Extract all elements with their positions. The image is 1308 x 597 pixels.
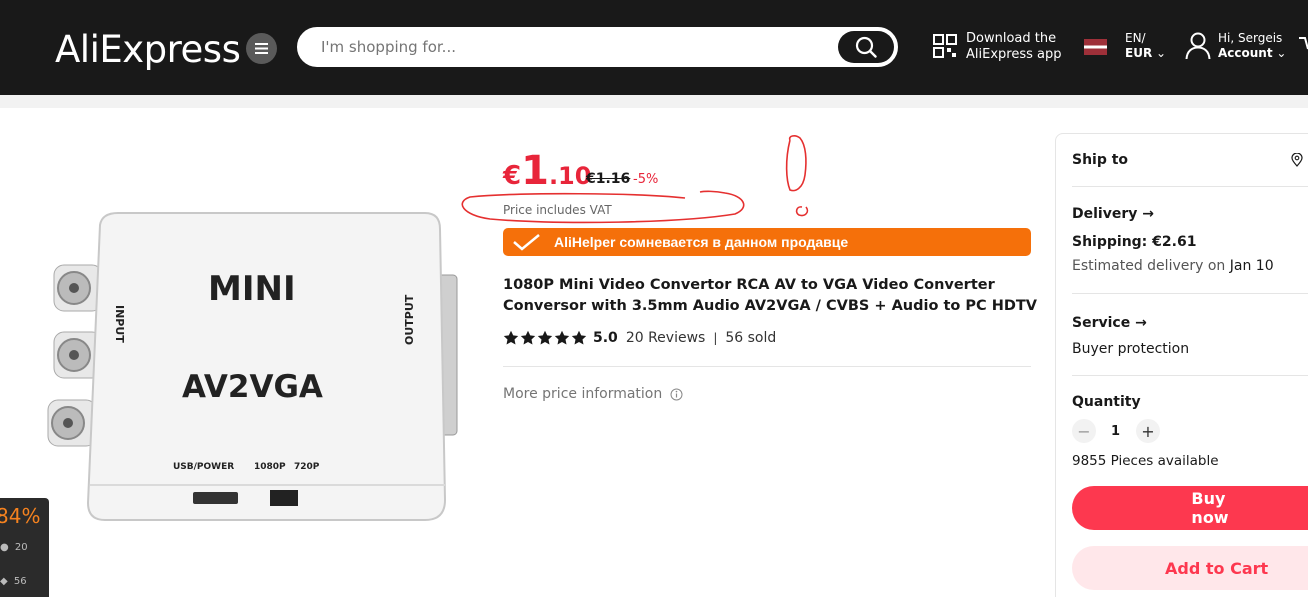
search-bar	[297, 27, 898, 67]
vat-note: Price includes VAT	[503, 203, 612, 217]
service-label: Service	[1072, 315, 1131, 331]
buy-now-label: Buy now	[1191, 489, 1229, 527]
panel-divider	[1072, 375, 1308, 376]
star-icon	[503, 330, 519, 345]
cart-icon[interactable]	[1299, 35, 1308, 59]
star-icon	[554, 330, 570, 345]
user-icon[interactable]	[1185, 32, 1211, 60]
location-pin-icon[interactable]	[1291, 153, 1303, 167]
search-button[interactable]	[838, 31, 894, 63]
check-icon	[513, 234, 540, 251]
estimated-delivery-date: Jan 10	[1229, 258, 1274, 274]
arrow-right-icon: →	[1142, 206, 1154, 222]
aliexpress-logo[interactable]: AliExpress	[55, 28, 241, 71]
qr-code-icon[interactable]	[933, 34, 957, 58]
currency-label: EUR	[1125, 46, 1153, 60]
quantity-value[interactable]: 1	[1111, 424, 1120, 439]
estimated-delivery: Estimated delivery on Jan 10	[1072, 258, 1274, 274]
account-label: Account	[1218, 46, 1273, 60]
price-currency: €	[503, 161, 522, 191]
buy-now-button[interactable]: Buy now	[1072, 486, 1308, 530]
widget-row-1: 20	[14, 542, 28, 553]
plus-icon: +	[1141, 421, 1155, 441]
account-menu[interactable]: Hi, Sergeis Account ⌄	[1218, 31, 1286, 61]
divider	[503, 366, 1031, 367]
product-image[interactable]: MINI AV2VGA INPUT OUTPUT USB/POWER 1080P…	[40, 205, 465, 530]
language-currency-selector[interactable]: EN/ EUR ⌄	[1125, 31, 1166, 61]
price-integer: 1	[521, 148, 549, 194]
add-to-cart-button[interactable]: Add to Cart	[1072, 546, 1308, 590]
star-rating	[503, 330, 587, 346]
arrow-right-icon: →	[1135, 315, 1147, 331]
product-page: AliExpress Download the AliExpress app E…	[0, 0, 1308, 597]
rating-score: 5.0	[593, 330, 618, 346]
info-icon	[670, 388, 683, 400]
rating-row: 5.0 20 Reviews | 56 sold	[503, 330, 776, 346]
side-widget[interactable]: 84% ● 20 ◆ 56	[0, 498, 49, 597]
language-label: EN/	[1125, 31, 1146, 45]
chevron-down-icon: ⌄	[1276, 46, 1287, 60]
minus-icon: −	[1077, 421, 1091, 441]
estimated-delivery-label: Estimated delivery on	[1072, 258, 1226, 274]
star-icon	[520, 330, 536, 345]
reviews-link[interactable]: 20 Reviews	[626, 330, 706, 346]
widget-row-2: 56	[13, 576, 27, 587]
download-app-link[interactable]: Download the AliExpress app	[966, 31, 1061, 63]
current-price: € 1 .10	[503, 148, 591, 194]
star-icon	[571, 330, 587, 345]
discount-badge: -5%	[633, 172, 659, 187]
greeting: Hi, Sergeis	[1218, 31, 1283, 45]
widget-row-reviews: ● 20	[0, 542, 28, 553]
quantity-decrease-button[interactable]: −	[1072, 419, 1096, 443]
app-line-2: AliExpress app	[966, 47, 1062, 62]
device-res2-label: 720P	[294, 462, 320, 472]
sold-count: 56 sold	[725, 330, 777, 346]
device-res1-label: 1080P	[254, 462, 286, 472]
ship-to-label[interactable]: Ship to	[1072, 152, 1128, 168]
buyer-protection: Buyer protection	[1072, 341, 1190, 357]
device-output-label: OUTPUT	[403, 294, 416, 345]
delivery-label: Delivery	[1072, 206, 1138, 222]
alihelper-warning-text: AliHelper сомневается в данном продавце	[554, 234, 849, 250]
widget-percent: 84%	[0, 504, 41, 528]
delivery-link[interactable]: Delivery →	[1072, 206, 1154, 222]
hamburger-icon	[255, 43, 268, 54]
top-header: AliExpress Download the AliExpress app E…	[0, 0, 1308, 95]
pieces-available: 9855 Pieces available	[1072, 453, 1219, 469]
search-icon	[855, 36, 877, 58]
device-model-label: AV2VGA	[182, 369, 323, 405]
old-price: €1.16	[586, 171, 631, 187]
device-input-label: INPUT	[113, 305, 126, 343]
shipping-cost: Shipping: €2.61	[1072, 234, 1197, 250]
panel-divider	[1072, 186, 1308, 187]
app-line-1: Download the	[966, 31, 1057, 46]
tag-icon: ◆	[0, 576, 8, 587]
panel-divider	[1072, 293, 1308, 294]
widget-row-sold: ◆ 56	[0, 576, 27, 587]
device-usb-label: USB/POWER	[173, 462, 234, 472]
menu-button[interactable]	[246, 33, 277, 64]
pin-icon: ●	[0, 542, 9, 553]
product-title: 1080P Mini Video Convertor RCA AV to VGA…	[503, 277, 1038, 314]
device-mini-label: MINI	[208, 269, 296, 309]
service-link[interactable]: Service →	[1072, 315, 1147, 331]
more-price-label: More price information	[503, 386, 663, 402]
header-shadow-band	[0, 95, 1308, 108]
rating-separator: |	[713, 331, 718, 345]
alihelper-warning-banner[interactable]: AliHelper сомневается в данном продавце	[503, 228, 1031, 256]
search-input[interactable]	[321, 38, 821, 56]
quantity-increase-button[interactable]: +	[1136, 419, 1160, 443]
add-to-cart-label: Add to Cart	[1165, 558, 1269, 578]
chevron-down-icon: ⌄	[1156, 46, 1167, 60]
more-price-info-link[interactable]: More price information	[503, 386, 683, 402]
star-icon	[537, 330, 553, 345]
latvia-flag-icon[interactable]	[1084, 39, 1107, 55]
quantity-label: Quantity	[1072, 394, 1141, 410]
